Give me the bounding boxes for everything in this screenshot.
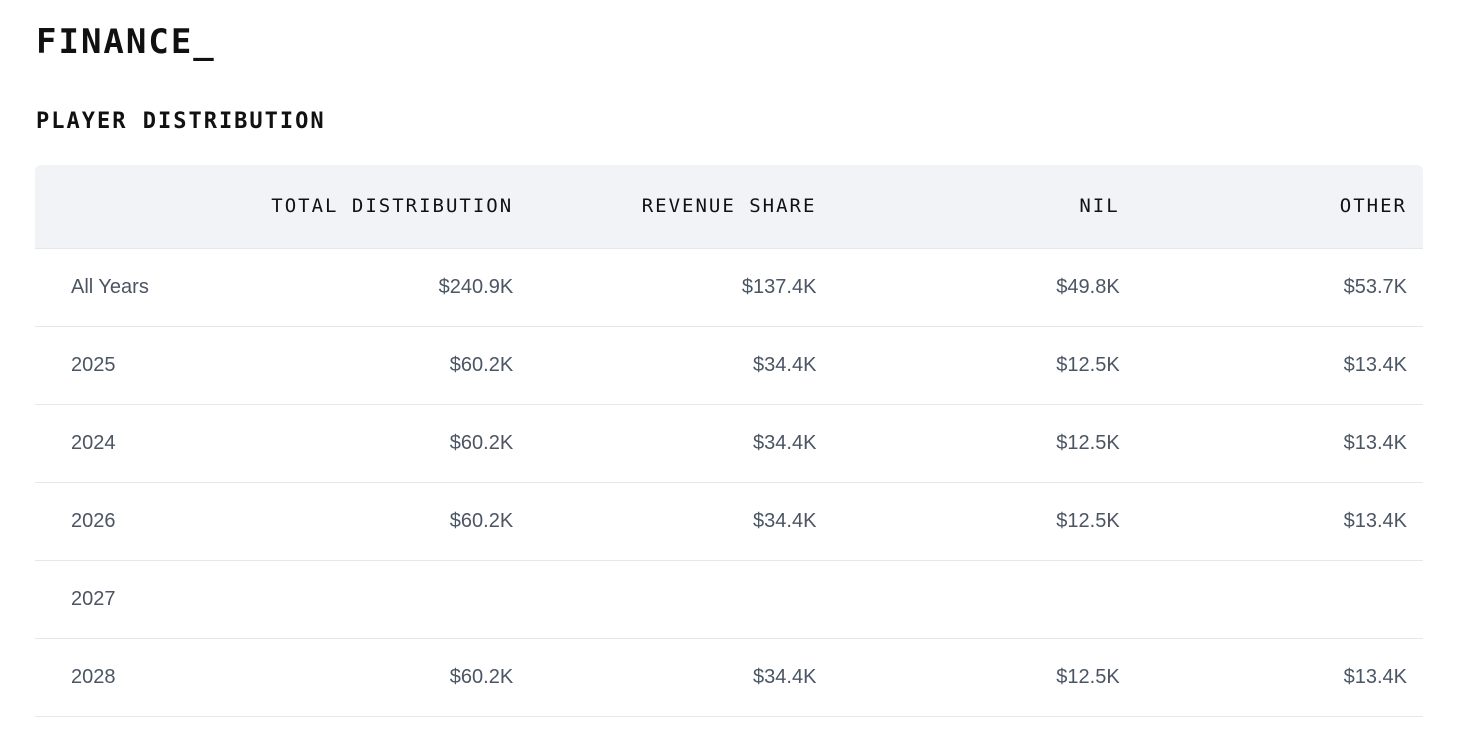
total-distribution-cell: $60.2K (180, 326, 514, 405)
table-row: 2027 (35, 560, 1423, 639)
total-distribution-cell: $60.2K (180, 482, 514, 561)
year-cell: 2025 (35, 326, 181, 405)
nil-cell: $12.5K (816, 326, 1120, 405)
header-other[interactable]: OTHER (1119, 165, 1423, 249)
table-row: 2025 $60.2K $34.4K $12.5K $13.4K (35, 326, 1423, 405)
total-distribution-cell: $60.2K (180, 638, 514, 717)
nil-cell: $12.5K (816, 482, 1120, 561)
revenue-share-cell: $137.4K (513, 248, 817, 327)
nil-cell: $12.5K (816, 404, 1120, 483)
other-cell: $13.4K (1119, 482, 1423, 561)
year-cell: 2028 (35, 638, 181, 717)
player-distribution-table-container: TOTAL DISTRIBUTION REVENUE SHARE NIL OTH… (35, 165, 1423, 717)
other-cell: $13.4K (1119, 326, 1423, 405)
total-distribution-cell (180, 560, 514, 639)
total-distribution-cell: $60.2K (180, 404, 514, 483)
table-row: 2024 $60.2K $34.4K $12.5K $13.4K (35, 404, 1423, 483)
total-distribution-cell: $240.9K (180, 248, 514, 327)
other-cell: $13.4K (1119, 404, 1423, 483)
nil-cell (816, 560, 1120, 639)
table-header-row: TOTAL DISTRIBUTION REVENUE SHARE NIL OTH… (35, 165, 1423, 249)
other-cell (1119, 560, 1423, 639)
year-cell: 2027 (35, 560, 181, 639)
header-nil[interactable]: NIL (816, 165, 1120, 249)
other-cell: $53.7K (1119, 248, 1423, 327)
player-distribution-table: TOTAL DISTRIBUTION REVENUE SHARE NIL OTH… (35, 165, 1423, 717)
year-cell: 2026 (35, 482, 181, 561)
table-body: All Years $240.9K $137.4K $49.8K $53.7K … (35, 248, 1423, 717)
app-title: FINANCE_ (36, 22, 216, 62)
header-revenue-share[interactable]: REVENUE SHARE (513, 165, 817, 249)
header-total-distribution[interactable]: TOTAL DISTRIBUTION (180, 165, 514, 249)
nil-cell: $49.8K (816, 248, 1120, 327)
revenue-share-cell: $34.4K (513, 482, 817, 561)
revenue-share-cell (513, 560, 817, 639)
year-cell: 2024 (35, 404, 181, 483)
section-title: PLAYER DISTRIBUTION (36, 109, 326, 134)
table-row: 2026 $60.2K $34.4K $12.5K $13.4K (35, 482, 1423, 561)
revenue-share-cell: $34.4K (513, 404, 817, 483)
table-header: TOTAL DISTRIBUTION REVENUE SHARE NIL OTH… (35, 165, 1423, 249)
year-cell: All Years (35, 248, 181, 327)
other-cell: $13.4K (1119, 638, 1423, 717)
table-row: 2028 $60.2K $34.4K $12.5K $13.4K (35, 638, 1423, 717)
table-row: All Years $240.9K $137.4K $49.8K $53.7K (35, 248, 1423, 327)
header-year (35, 165, 181, 249)
nil-cell: $12.5K (816, 638, 1120, 717)
revenue-share-cell: $34.4K (513, 326, 817, 405)
revenue-share-cell: $34.4K (513, 638, 817, 717)
